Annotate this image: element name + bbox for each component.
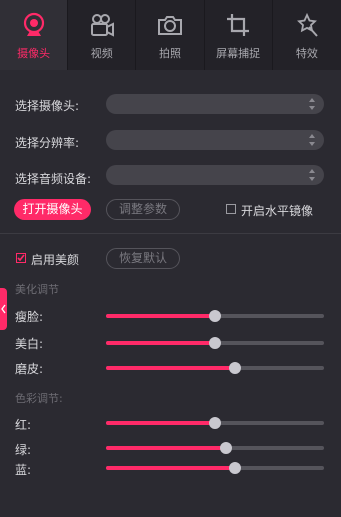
smoothing-slider[interactable]	[106, 360, 324, 376]
camera-select-label: 选择摄像头:	[15, 99, 80, 113]
tab-label: 视频	[90, 47, 113, 60]
video-camera-icon	[90, 14, 114, 37]
color-section-label: 色彩调节:	[15, 392, 63, 405]
slider-knob[interactable]	[209, 417, 221, 429]
slider-fill	[106, 314, 215, 318]
select-arrows-icon	[309, 169, 315, 181]
slider-knob[interactable]	[228, 362, 241, 374]
tab-label: 屏幕捕捉	[216, 47, 261, 60]
slider-label: 蓝:	[15, 463, 32, 477]
slider-fill	[106, 366, 235, 370]
select-arrows-icon	[309, 134, 315, 146]
divider	[0, 233, 341, 234]
open-camera-button[interactable]: 打开摄像头	[14, 199, 91, 220]
adjust-params-button[interactable]: 调整参数	[106, 199, 180, 220]
chevron-left-icon	[1, 304, 6, 314]
tab-effects[interactable]: 特效	[273, 0, 341, 70]
resolution-select[interactable]	[106, 130, 324, 150]
crop-icon	[227, 14, 250, 36]
camera-select[interactable]	[106, 94, 324, 114]
slider-label: 瘦脸:	[15, 310, 44, 324]
tab-webcam[interactable]: 摄像头	[0, 0, 69, 70]
slider-knob[interactable]	[219, 442, 232, 454]
slider-label: 磨皮:	[15, 362, 44, 376]
slim-face-slider[interactable]	[106, 308, 324, 324]
slider-label: 红:	[15, 418, 32, 432]
mirror-label: 开启水平镜像	[241, 204, 314, 218]
slider-fill	[106, 466, 235, 470]
photo-camera-icon	[157, 16, 182, 35]
magic-wand-icon	[296, 12, 318, 37]
beauty-enable-label: 启用美颜	[31, 253, 80, 267]
green-slider[interactable]	[106, 440, 324, 456]
resolution-select-label: 选择分辨率:	[15, 136, 80, 150]
tab-photo[interactable]: 拍照	[136, 0, 205, 70]
tab-label: 特效	[295, 47, 318, 60]
slider-fill	[106, 421, 215, 425]
reset-default-button[interactable]: 恢复默认	[106, 248, 180, 269]
beauty-section-label: 美化调节	[15, 283, 59, 296]
audio-device-select[interactable]	[106, 165, 324, 185]
select-arrows-icon	[309, 98, 315, 110]
slider-knob[interactable]	[209, 310, 221, 322]
tab-screen-capture[interactable]: 屏幕捕捉	[205, 0, 273, 70]
slider-label: 美白:	[15, 337, 44, 351]
beauty-checkbox[interactable]	[16, 253, 26, 263]
slider-fill	[106, 446, 226, 450]
check-icon	[17, 254, 25, 262]
mirror-checkbox[interactable]	[226, 204, 236, 214]
red-slider[interactable]	[106, 415, 324, 431]
slider-fill	[106, 341, 215, 345]
tab-label: 摄像头	[17, 47, 51, 60]
whitening-slider[interactable]	[106, 335, 324, 351]
webcam-icon	[23, 12, 44, 36]
tab-video[interactable]: 视频	[68, 0, 137, 70]
tab-bar: 摄像头 视频 拍照 屏幕捕捉 特效	[0, 0, 341, 70]
audio-select-label: 选择音频设备:	[15, 172, 92, 186]
slider-knob[interactable]	[228, 462, 241, 474]
side-panel-toggle[interactable]	[0, 288, 7, 330]
tab-label: 拍照	[158, 47, 181, 60]
slider-knob[interactable]	[209, 337, 221, 349]
blue-slider[interactable]	[106, 460, 324, 476]
slider-label: 绿:	[15, 443, 32, 457]
